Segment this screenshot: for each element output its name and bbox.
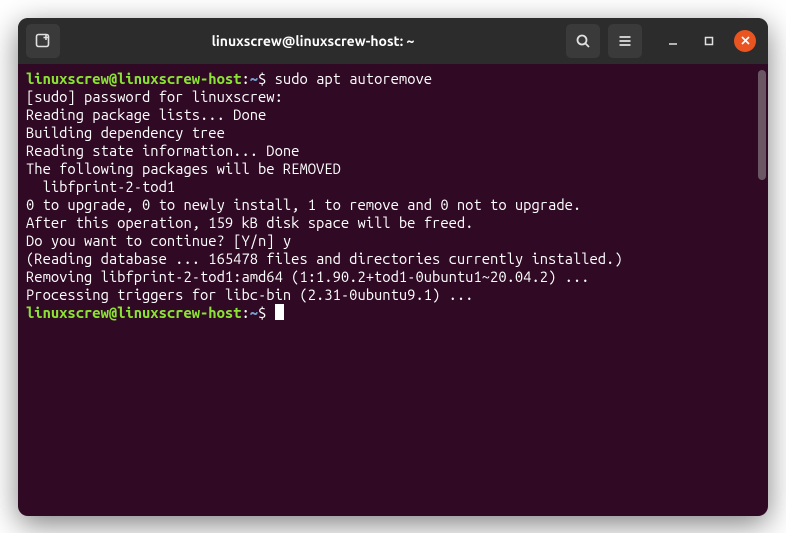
prompt-sep2: $ xyxy=(258,304,266,321)
prompt-path: ~ xyxy=(250,70,258,87)
hamburger-icon xyxy=(617,33,633,49)
search-icon xyxy=(575,33,591,49)
output-line: Reading package lists... Done xyxy=(26,106,266,123)
terminal-window: linuxscrew@linuxscrew-host: ~ xyxy=(18,18,768,516)
maximize-button[interactable] xyxy=(698,30,720,52)
close-icon xyxy=(740,35,751,46)
titlebar-left xyxy=(26,24,60,58)
output-line: Removing libfprint-2-tod1:amd64 (1:1.90.… xyxy=(26,268,589,285)
close-button[interactable] xyxy=(734,30,756,52)
new-tab-button[interactable] xyxy=(26,24,60,58)
new-tab-icon xyxy=(34,32,52,50)
window-title: linuxscrew@linuxscrew-host: ~ xyxy=(60,33,566,49)
scrollbar-thumb[interactable] xyxy=(758,70,766,180)
prompt-sep2: $ xyxy=(258,70,266,87)
prompt-sep1: : xyxy=(241,70,249,87)
maximize-icon xyxy=(703,35,715,47)
output-line: Building dependency tree xyxy=(26,124,225,141)
output-line: libfprint-2-tod1 xyxy=(26,178,175,195)
window-controls xyxy=(662,30,756,52)
command-text: sudo apt autoremove xyxy=(275,70,432,87)
prompt-sep1: : xyxy=(241,304,249,321)
prompt-path: ~ xyxy=(250,304,258,321)
terminal-content: linuxscrew@linuxscrew-host:~$ sudo apt a… xyxy=(26,70,760,322)
prompt-user-host: linuxscrew@linuxscrew-host xyxy=(26,70,241,87)
output-line: The following packages will be REMOVED xyxy=(26,160,341,177)
search-button[interactable] xyxy=(566,24,600,58)
minimize-button[interactable] xyxy=(662,30,684,52)
output-line: Reading state information... Done xyxy=(26,142,299,159)
titlebar: linuxscrew@linuxscrew-host: ~ xyxy=(18,18,768,64)
titlebar-right xyxy=(566,24,760,58)
output-line: Do you want to continue? [Y/n] y xyxy=(26,232,291,249)
output-line: [sudo] password for linuxscrew: xyxy=(26,88,283,105)
cursor xyxy=(275,304,284,320)
minimize-icon xyxy=(667,35,679,47)
output-line: (Reading database ... 165478 files and d… xyxy=(26,250,623,267)
output-line: After this operation, 159 kB disk space … xyxy=(26,214,473,231)
menu-button[interactable] xyxy=(608,24,642,58)
output-line: Processing triggers for libc-bin (2.31-0… xyxy=(26,286,473,303)
prompt-user-host: linuxscrew@linuxscrew-host xyxy=(26,304,241,321)
output-line: 0 to upgrade, 0 to newly install, 1 to r… xyxy=(26,196,581,213)
terminal-body[interactable]: linuxscrew@linuxscrew-host:~$ sudo apt a… xyxy=(18,64,768,516)
